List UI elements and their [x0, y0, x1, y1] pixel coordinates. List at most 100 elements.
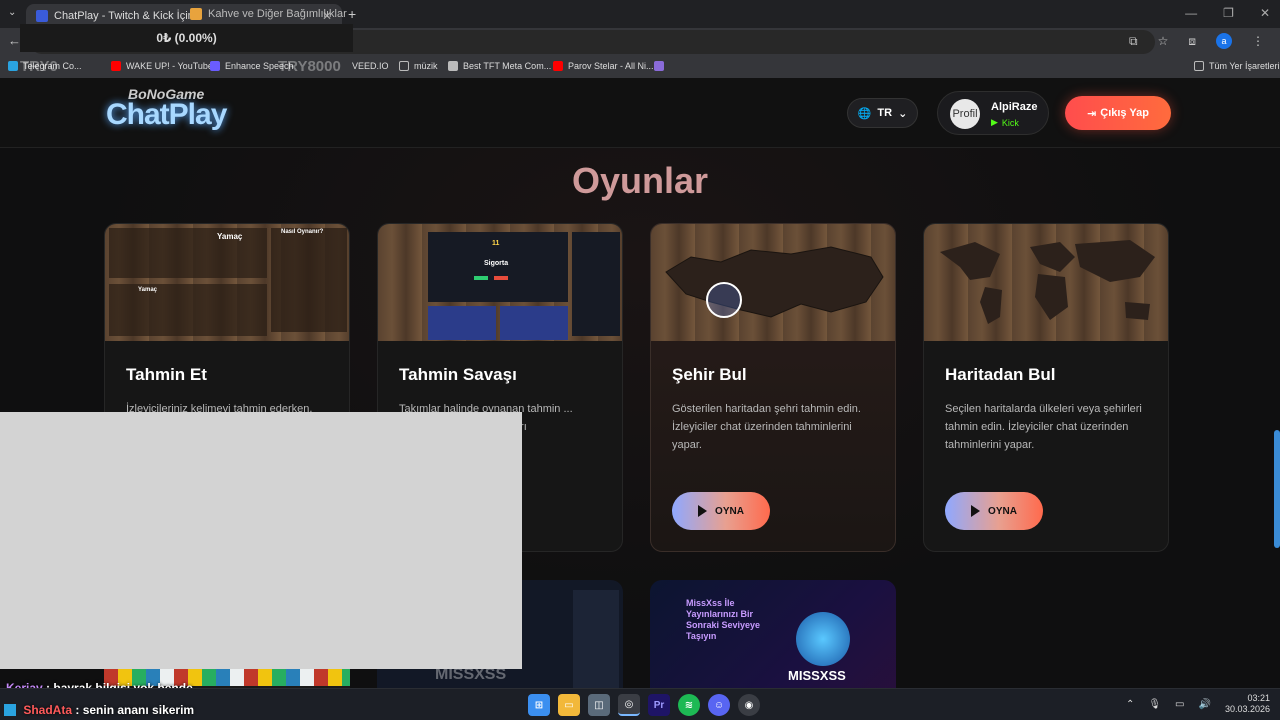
- discord-icon[interactable]: ☺: [708, 694, 730, 716]
- stream-overlay-box: [0, 412, 522, 669]
- turkey-map-icon: [665, 246, 884, 318]
- bookmark-label: WAKE UP! - YouTube: [126, 61, 213, 71]
- extensions-icon[interactable]: ⧈: [1188, 34, 1196, 49]
- thumb-heading: Yamaç: [217, 232, 243, 241]
- site-header: BoNoGame ChatPlay 🌐 TR ⌄ Profil AlpiRaze…: [0, 78, 1280, 148]
- tab-label: ChatPlay - Twitch & Kick İçin: [54, 10, 194, 22]
- game-card-sehir-bul[interactable]: Şehir Bul Gösterilen haritadan şehri tah…: [650, 223, 896, 552]
- menu-icon[interactable]: ⋮: [1252, 34, 1264, 48]
- chat-text: : senin ananı sikerim: [75, 703, 195, 717]
- folder-icon: [399, 61, 409, 71]
- toolbar-icons: ⧉ ☆ ⧈ a ⋮: [1129, 33, 1264, 49]
- page-scrollbar[interactable]: [1274, 430, 1280, 548]
- all-bookmarks[interactable]: Tüm Yer İşaretleri: [1194, 61, 1280, 71]
- bookmarks-bar: Telegram Co... WAKE UP! - YouTube Enhanc…: [0, 56, 1280, 78]
- folder-icon: [1194, 61, 1204, 71]
- bookmark-veed[interactable]: VEED.IO: [352, 61, 389, 71]
- thumb-panel: [109, 284, 267, 336]
- obs-icon[interactable]: ◉: [738, 694, 760, 716]
- taskbar-apps: ⊞ ▭ ◫ ◎ Pr ≋ ☺ ◉: [528, 694, 760, 716]
- store-icon[interactable]: ◫: [588, 694, 610, 716]
- language-select[interactable]: 🌐 TR ⌄: [847, 98, 918, 128]
- card-title: Haritadan Bul: [945, 365, 1056, 384]
- close-window-icon[interactable]: ✕: [1260, 6, 1270, 20]
- missxss-brand: MISSXSS: [788, 668, 846, 683]
- thumb-screen: 11 Sigorta: [428, 232, 568, 302]
- youtube-icon: [553, 61, 563, 71]
- volume-icon[interactable]: 🔊: [1199, 699, 1211, 710]
- profile-icon[interactable]: a: [1216, 33, 1232, 49]
- card-thumbnail: 11 Sigorta: [378, 224, 622, 341]
- username: AlpiRaze: [991, 101, 1038, 113]
- chrome-icon[interactable]: ◎: [618, 694, 640, 716]
- bookmark-star-icon[interactable]: ☆: [1158, 34, 1169, 48]
- tab-search-icon[interactable]: ⌄: [8, 7, 16, 18]
- bookmark-label: müzik: [414, 61, 438, 71]
- card-thumbnail: [924, 224, 1168, 341]
- language-label: TR: [877, 107, 893, 119]
- enhance-icon: [210, 61, 220, 71]
- card-title: Şehir Bul: [672, 365, 747, 384]
- network-icon[interactable]: ▭: [1175, 699, 1184, 710]
- thumb-panel: [271, 228, 347, 332]
- thumb-side-panel: [572, 232, 620, 336]
- card-thumbnail: Yamaç Yamaç Nasıl Oynanır?: [105, 224, 349, 341]
- price-overlay: 0₺ (0.00%): [20, 24, 353, 52]
- cast-icon[interactable]: ⧉: [1129, 34, 1138, 49]
- play-icon: [971, 505, 981, 517]
- new-tab-button[interactable]: +: [348, 6, 356, 22]
- clock-time: 03:21: [1247, 693, 1270, 703]
- bookmark-extra[interactable]: [654, 61, 669, 71]
- chat-user: ShadAta: [23, 703, 73, 717]
- play-button[interactable]: OYNA: [945, 492, 1043, 530]
- chatplay-favicon-icon: [36, 10, 48, 22]
- chatplay-logo[interactable]: BoNoGame ChatPlay: [106, 86, 242, 134]
- clock[interactable]: 03:21 30.03.2026: [1225, 693, 1270, 715]
- section-title: Oyunlar: [571, 160, 709, 201]
- game-card-missxss[interactable]: MissXss İle Yayınlarınızı Bir Sonraki Se…: [650, 580, 896, 688]
- chat-badge-icon: [4, 704, 16, 716]
- spotify-icon[interactable]: ≋: [678, 694, 700, 716]
- file-explorer-icon[interactable]: ▭: [558, 694, 580, 716]
- bookmark-parov[interactable]: Parov Stelar - All Ni...: [553, 61, 654, 71]
- globe-icon: 🌐: [857, 107, 872, 120]
- user-profile[interactable]: Profil AlpiRaze ▶ Kick: [937, 91, 1049, 135]
- platform-badge: ▶ Kick: [991, 117, 1019, 128]
- windows-start-icon[interactable]: ⊞: [528, 694, 550, 716]
- try-balance-right: TRY8000: [278, 58, 341, 75]
- windows-taskbar: ShadAta : senin ananı sikerim ⊞ ▭ ◫ ◎ Pr…: [0, 688, 1280, 720]
- extra-icon: [654, 61, 664, 71]
- thumb-heading: Yamaç: [138, 287, 158, 293]
- system-tray: ⌃ 🎙 ▭ 🔊 03:21 30.03.2026: [1126, 693, 1270, 715]
- minimize-icon[interactable]: —: [1185, 6, 1197, 20]
- bookmark-tft[interactable]: Best TFT Meta Com...: [448, 61, 551, 71]
- card-description: Seçilen haritalarda ülkeleri veya şehirl…: [945, 403, 1142, 451]
- play-button[interactable]: OYNA: [672, 492, 770, 530]
- play-button-label: OYNA: [715, 505, 744, 517]
- tray-chevron-icon[interactable]: ⌃: [1126, 699, 1134, 710]
- game-card-haritadan-bul[interactable]: Haritadan Bul Seçilen haritalarda ülkele…: [923, 223, 1169, 552]
- premiere-icon[interactable]: Pr: [648, 694, 670, 716]
- logout-label: Çıkış Yap: [1100, 107, 1149, 119]
- thumb-word: Sigorta: [484, 260, 509, 267]
- play-icon: [698, 505, 708, 517]
- bookmark-youtube[interactable]: WAKE UP! - YouTube: [111, 61, 213, 71]
- bookmark-muzik[interactable]: müzik: [399, 61, 438, 71]
- thumb-panel: [109, 228, 267, 278]
- logout-icon: ⇥: [1087, 107, 1097, 120]
- microphone-icon[interactable]: 🎙: [1148, 699, 1161, 710]
- thumb-btn: [474, 276, 488, 280]
- cursor-highlight-icon: [706, 282, 742, 318]
- card-title: Tahmin Et: [126, 365, 207, 384]
- tab-second[interactable]: Kahve ve Diğer Bağımlılıklar: [190, 8, 347, 20]
- world-map-icon: [940, 240, 1155, 324]
- telegram-icon: [8, 61, 18, 71]
- platform-label: Kick: [1001, 117, 1019, 128]
- window-controls: — ❐ ✕: [1185, 6, 1270, 20]
- maximize-icon[interactable]: ❐: [1223, 6, 1234, 20]
- avatar: Profil: [950, 99, 980, 129]
- play-button-label: OYNA: [988, 505, 1017, 517]
- logout-button[interactable]: ⇥ Çıkış Yap: [1065, 96, 1171, 130]
- bookmark-label: VEED.IO: [352, 61, 389, 71]
- bookmark-label: Best TFT Meta Com...: [463, 61, 552, 71]
